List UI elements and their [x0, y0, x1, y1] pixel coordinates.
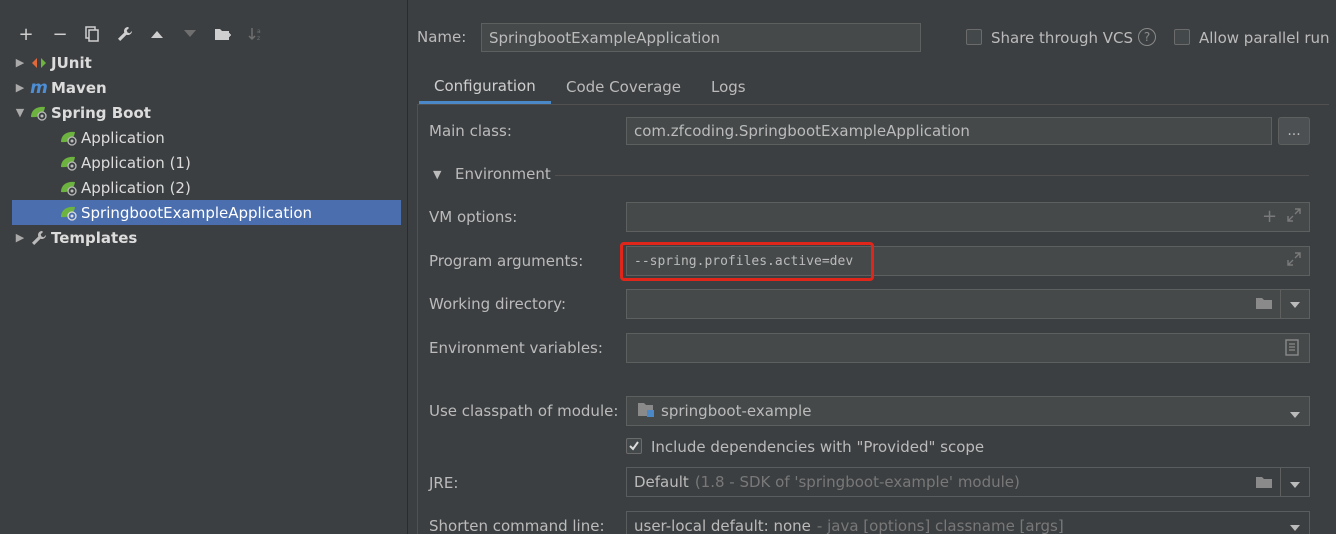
browse-main-class-button[interactable]: ... [1278, 117, 1310, 145]
program-arguments-label: Program arguments: [429, 252, 584, 270]
tree-item-maven[interactable]: ▶ m Maven [12, 75, 401, 100]
environment-variables-input[interactable] [626, 333, 1310, 363]
share-vcs-checkbox[interactable] [966, 29, 982, 45]
shorten-value: user-local default: none [634, 517, 811, 534]
main-class-label: Main class: [429, 122, 512, 140]
svg-text:z: z [257, 35, 260, 42]
name-input[interactable]: SpringbootExampleApplication [481, 23, 921, 52]
expand-icon[interactable] [1286, 207, 1302, 227]
share-vcs-label: Share through VCS [991, 29, 1134, 47]
sort-icon[interactable]: az [244, 22, 268, 46]
collapse-arrow-icon[interactable]: ▼ [12, 106, 28, 119]
highlight-box [620, 242, 874, 281]
vm-options-input[interactable] [626, 202, 1310, 232]
jre-hint: (1.8 - SDK of 'springboot-example' modul… [694, 473, 1020, 491]
move-up-icon[interactable] [145, 22, 169, 46]
run-config-editor-panel: Name: SpringbootExampleApplication Share… [409, 0, 1336, 534]
tree-item-application-1[interactable]: Application (1) [12, 150, 401, 175]
expand-arrow-icon[interactable]: ▶ [12, 231, 28, 244]
tree-item-spring-boot[interactable]: ▼ Spring Boot [12, 100, 401, 125]
help-icon[interactable]: ? [1138, 28, 1156, 46]
tree-item-springboot-example-application[interactable]: SpringbootExampleApplication [12, 200, 401, 225]
shorten-hint: - java [options] classname [args] [816, 517, 1064, 534]
spring-boot-app-icon [58, 129, 80, 147]
tree-item-junit[interactable]: ▶ JUnit [12, 50, 401, 75]
add-icon[interactable]: + [1262, 206, 1277, 227]
spring-boot-icon [28, 104, 50, 122]
include-dependencies-checkbox[interactable] [626, 438, 642, 454]
shorten-command-line-label: Shorten command line: [429, 517, 605, 534]
maven-icon: m [30, 77, 48, 98]
remove-icon[interactable]: − [48, 22, 72, 46]
spring-boot-app-icon [58, 204, 80, 222]
tree-label: Application [81, 128, 165, 147]
chevron-down-icon[interactable] [1289, 520, 1301, 534]
main-class-input[interactable]: com.zfcoding.SpringbootExampleApplicatio… [626, 117, 1272, 145]
dropdown-separator [1280, 290, 1281, 318]
tab-configuration[interactable]: Configuration [419, 70, 551, 104]
svg-text:a: a [257, 28, 261, 35]
wrench-icon[interactable] [113, 22, 137, 46]
tree-label: Spring Boot [51, 103, 151, 122]
environment-variables-label: Environment variables: [429, 339, 603, 357]
jre-label: JRE: [429, 474, 459, 492]
tree-item-application[interactable]: Application [12, 125, 401, 150]
spring-boot-app-icon [58, 154, 80, 172]
expand-arrow-icon[interactable]: ▶ [12, 81, 28, 94]
tab-code-coverage[interactable]: Code Coverage [551, 70, 696, 104]
tree-label: Templates [51, 228, 138, 247]
dropdown-separator [1280, 468, 1281, 496]
junit-icon [28, 54, 50, 72]
allow-parallel-checkbox[interactable] [1174, 29, 1190, 45]
add-icon[interactable]: + [14, 22, 38, 46]
expand-icon[interactable] [1286, 251, 1302, 271]
tree-label: Maven [51, 78, 107, 97]
environment-divider [555, 175, 1309, 176]
tab-logs[interactable]: Logs [696, 70, 761, 104]
move-down-icon[interactable] [178, 22, 202, 46]
classpath-module-select[interactable]: springboot-example [626, 396, 1310, 426]
classpath-module-label: Use classpath of module: [429, 402, 619, 420]
tree-label: JUnit [51, 53, 92, 72]
list-icon[interactable] [1285, 339, 1299, 360]
spring-boot-app-icon [58, 179, 80, 197]
new-folder-icon[interactable] [211, 22, 235, 46]
collapse-environment-icon[interactable]: ▼ [433, 168, 441, 181]
name-label: Name: [417, 28, 467, 46]
vm-options-label: VM options: [429, 208, 518, 226]
tree-item-application-2[interactable]: Application (2) [12, 175, 401, 200]
jre-value: Default [634, 473, 689, 491]
include-dependencies-label: Include dependencies with "Provided" sco… [651, 438, 985, 456]
wrench-icon [28, 229, 50, 247]
tree-label: Application (1) [81, 153, 191, 172]
shorten-command-line-select[interactable]: user-local default: none - java [options… [626, 511, 1310, 534]
tree-item-templates[interactable]: ▶ Templates [12, 225, 401, 250]
working-directory-input[interactable] [626, 289, 1310, 319]
chevron-down-icon[interactable] [1289, 477, 1301, 493]
folder-icon[interactable] [1255, 296, 1273, 314]
classpath-module-value: springboot-example [661, 402, 812, 420]
folder-icon[interactable] [1255, 475, 1273, 493]
environment-section-label[interactable]: Environment [455, 165, 551, 183]
working-directory-label: Working directory: [429, 295, 567, 313]
module-icon [637, 402, 655, 421]
run-config-tree-panel: + − az ▶ JUnit ▶ m Maven ▼ Spring Boot A… [0, 0, 408, 534]
tree-label: SpringbootExampleApplication [81, 203, 313, 222]
chevron-down-icon[interactable] [1289, 407, 1301, 423]
allow-parallel-label: Allow parallel run [1199, 29, 1330, 47]
expand-arrow-icon[interactable]: ▶ [12, 56, 28, 69]
chevron-down-icon[interactable] [1289, 297, 1301, 313]
tree-label: Application (2) [81, 178, 191, 197]
copy-icon[interactable] [80, 22, 104, 46]
jre-select[interactable]: Default (1.8 - SDK of 'springboot-exampl… [626, 467, 1310, 497]
